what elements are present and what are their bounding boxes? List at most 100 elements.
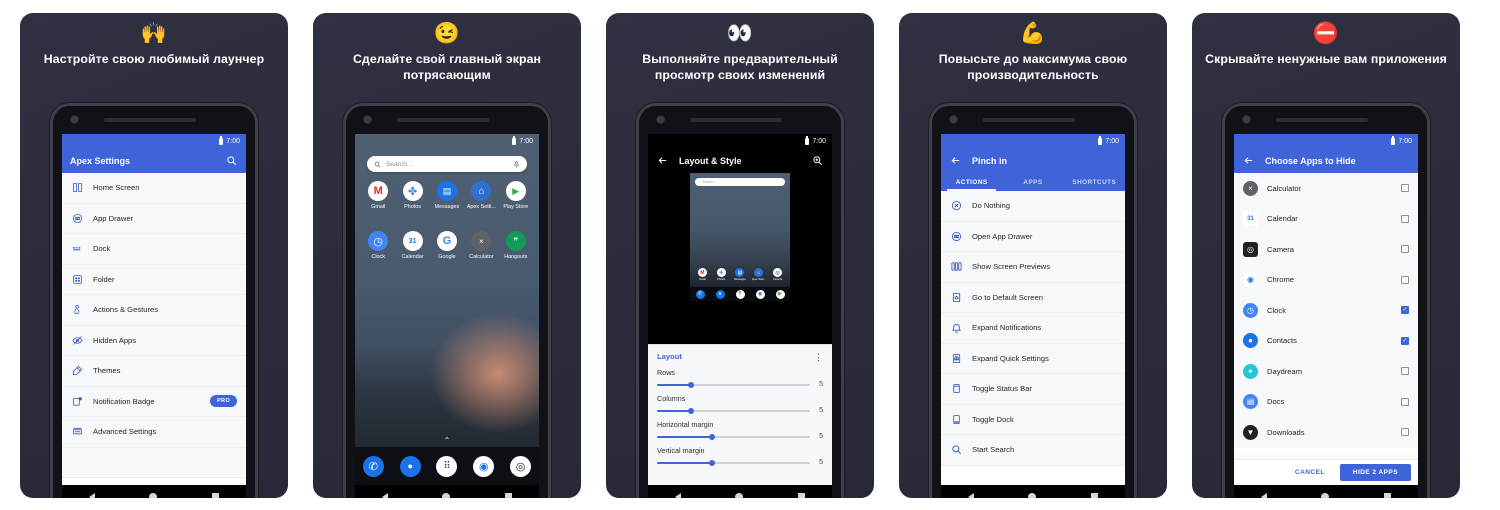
hide-checkbox[interactable]: ✓ bbox=[1401, 306, 1409, 315]
list-item[interactable]: Themes bbox=[62, 356, 246, 387]
list-item[interactable]: Expand Notifications bbox=[941, 313, 1125, 344]
app-icon-contacts: ● bbox=[1243, 333, 1258, 349]
eyes-emoji: 👀 bbox=[726, 22, 754, 45]
list-item[interactable] bbox=[62, 448, 246, 479]
search-icon bbox=[374, 161, 381, 168]
app-icon-messages[interactable]: ▤ Messages bbox=[431, 181, 463, 210]
dock-icon-phone[interactable]: ✆ bbox=[362, 455, 384, 477]
back-arrow-icon[interactable] bbox=[1242, 154, 1255, 167]
tab-actions[interactable]: ACTIONS bbox=[941, 173, 1002, 191]
earpiece-speaker bbox=[1276, 118, 1368, 122]
app-list-item[interactable]: ✦ Daydream bbox=[1234, 356, 1418, 387]
status-time: 7:00 bbox=[1398, 137, 1412, 145]
hide-checkbox[interactable] bbox=[1401, 184, 1409, 193]
list-item[interactable]: Expand Quick Settings bbox=[941, 344, 1125, 375]
search-icon[interactable] bbox=[225, 154, 238, 167]
app-bar: Apex Settings bbox=[62, 148, 246, 173]
list-item[interactable]: Show Screen Previews bbox=[941, 252, 1125, 283]
app-icon-calendar[interactable]: 31 Calendar bbox=[397, 231, 429, 260]
home-screen-preview[interactable]: ◌ Search... M Gmail ✤ Photos ▤ Messages ⌂ Ap… bbox=[690, 173, 790, 301]
recents-nav-icon[interactable] bbox=[797, 493, 805, 498]
app-drawer-chevron-icon[interactable]: ⌃ bbox=[444, 436, 451, 445]
app-icon-hangouts[interactable]: ❞ Hangouts bbox=[500, 231, 532, 260]
list-item[interactable]: App Drawer bbox=[62, 204, 246, 235]
hide-apps-button[interactable]: HIDE 2 APPS bbox=[1339, 464, 1411, 481]
hide-checkbox[interactable] bbox=[1401, 367, 1409, 376]
rows-slider[interactable] bbox=[657, 381, 810, 388]
list-item[interactable]: Start Search bbox=[941, 435, 1125, 466]
search-input[interactable]: Search... bbox=[367, 156, 527, 172]
app-list-item[interactable]: 31 Calendar bbox=[1234, 204, 1418, 235]
home-nav-icon[interactable] bbox=[442, 492, 451, 498]
app-list-item[interactable]: ◉ Chrome bbox=[1234, 265, 1418, 296]
recents-nav-icon[interactable] bbox=[211, 493, 219, 498]
list-item[interactable]: Go to Default Screen bbox=[941, 283, 1125, 314]
back-nav-icon[interactable] bbox=[89, 492, 96, 498]
list-item[interactable]: Advanced Settings bbox=[62, 417, 246, 448]
list-item[interactable]: Do Nothing bbox=[941, 191, 1125, 222]
microphone-icon[interactable] bbox=[513, 160, 520, 168]
app-icon-clock[interactable]: ◷ Clock bbox=[362, 231, 394, 260]
tab-apps[interactable]: APPS bbox=[1002, 173, 1063, 191]
dock-icon-contacts[interactable]: ● bbox=[399, 455, 421, 477]
preview-dock: ✆ ● ⠿ ◉ ▶ bbox=[690, 287, 790, 301]
vertical-margin-slider[interactable] bbox=[657, 459, 810, 466]
app-list-item[interactable]: ◷ Clock ✓ bbox=[1234, 295, 1418, 326]
back-nav-icon[interactable] bbox=[1261, 492, 1268, 498]
hide-checkbox[interactable] bbox=[1401, 214, 1409, 223]
horizontal-margin-slider[interactable] bbox=[657, 433, 810, 440]
app-icon-calculator[interactable]: × Calculator bbox=[465, 231, 497, 260]
hide-checkbox[interactable]: ✓ bbox=[1401, 336, 1409, 345]
phone-mockup: 7:00 Choose Apps to Hide × Calculator 31 bbox=[1222, 103, 1430, 498]
power-button bbox=[1427, 226, 1430, 270]
overflow-menu-icon[interactable]: ⋮ bbox=[814, 352, 823, 361]
home-nav-icon[interactable] bbox=[149, 492, 158, 498]
hide-checkbox[interactable] bbox=[1401, 275, 1409, 284]
recents-nav-icon[interactable] bbox=[1090, 493, 1098, 498]
list-item[interactable]: Toggle Status Bar bbox=[941, 374, 1125, 405]
cancel-button[interactable]: CANCEL bbox=[1288, 465, 1332, 480]
dock-icon-all-apps[interactable]: ⠿ bbox=[436, 455, 458, 477]
back-nav-icon[interactable] bbox=[382, 492, 389, 498]
recents-nav-icon[interactable] bbox=[504, 493, 512, 498]
home-nav-icon[interactable] bbox=[1321, 492, 1330, 498]
app-icon-play-store[interactable]: ▶ Play Store bbox=[500, 181, 532, 210]
back-nav-icon[interactable] bbox=[675, 492, 682, 498]
app-list-item[interactable]: ▤ Docs bbox=[1234, 387, 1418, 418]
recents-nav-icon[interactable] bbox=[1383, 493, 1391, 498]
list-item[interactable]: Open App Drawer bbox=[941, 222, 1125, 253]
dock-icon-chrome[interactable]: ◉ bbox=[473, 455, 495, 477]
tab-shortcuts[interactable]: SHORTCUTS bbox=[1064, 173, 1125, 191]
list-item[interactable]: Toggle Dock bbox=[941, 405, 1125, 436]
back-arrow-icon[interactable] bbox=[656, 154, 669, 167]
app-list-item[interactable]: × Calculator bbox=[1234, 173, 1418, 204]
app-label: Clock bbox=[371, 254, 385, 260]
list-item[interactable]: Notification Badge PRO bbox=[62, 387, 246, 418]
dock-icon-camera[interactable]: ◎ bbox=[510, 455, 532, 477]
hide-checkbox[interactable] bbox=[1401, 397, 1409, 406]
list-item[interactable]: Folder bbox=[62, 265, 246, 296]
app-list-item[interactable]: ▼ Downloads bbox=[1234, 417, 1418, 448]
home-nav-icon[interactable] bbox=[1028, 492, 1037, 498]
app-icon-photos[interactable]: ✤ Photos bbox=[397, 181, 429, 210]
screen-previews-icon bbox=[950, 260, 963, 273]
app-icon-gmail[interactable]: M Gmail bbox=[362, 181, 394, 210]
list-item[interactable]: Actions & Gestures bbox=[62, 295, 246, 326]
columns-slider[interactable] bbox=[657, 407, 810, 414]
list-item[interactable]: Dock bbox=[62, 234, 246, 265]
list-item[interactable]: Home Screen bbox=[62, 173, 246, 204]
back-arrow-icon[interactable] bbox=[949, 154, 962, 167]
pro-badge[interactable]: PRO bbox=[209, 395, 237, 408]
app-list-item[interactable]: ● Contacts ✓ bbox=[1234, 326, 1418, 357]
app-list-item[interactable]: ◎ Camera bbox=[1234, 234, 1418, 265]
phone-mockup: 7:00 Layout & Style ◌ Search... M Gmail … bbox=[636, 103, 844, 498]
zoom-in-icon[interactable] bbox=[811, 154, 824, 167]
hide-checkbox[interactable] bbox=[1401, 428, 1409, 437]
app-icon-google[interactable]: G Google bbox=[431, 231, 463, 260]
back-nav-icon[interactable] bbox=[968, 492, 975, 498]
home-nav-icon[interactable] bbox=[735, 492, 744, 498]
hide-checkbox[interactable] bbox=[1401, 245, 1409, 254]
app-icon-apex-settings[interactable]: ⌂ Apex Setti... bbox=[465, 181, 497, 210]
list-item[interactable]: Hidden Apps bbox=[62, 326, 246, 357]
slider-label: Columns bbox=[657, 394, 686, 403]
